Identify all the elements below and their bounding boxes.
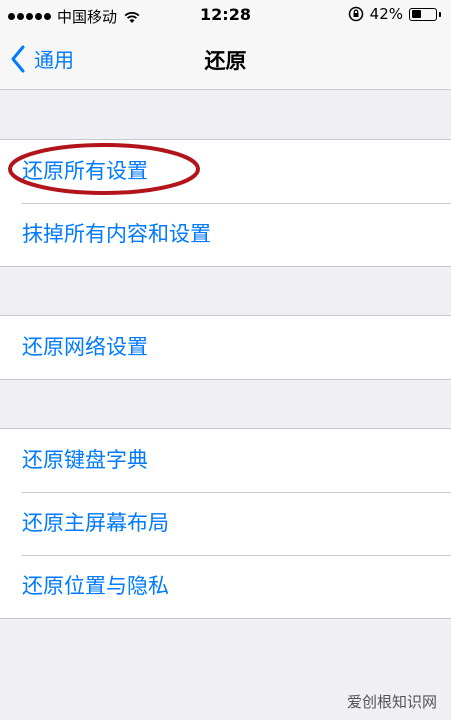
battery-percent: 42% [369,5,403,23]
navigation-bar: 通用 还原 [0,30,451,90]
reset-home-screen-layout[interactable]: 还原主屏幕布局 [0,492,451,555]
reset-location-privacy[interactable]: 还原位置与隐私 [0,555,451,618]
erase-all-content-and-settings[interactable]: 抹掉所有内容和设置 [0,203,451,266]
page-title: 还原 [204,49,247,73]
status-right: 42% [348,5,441,23]
reset-group-2: 还原网络设置 [0,315,451,380]
rotation-lock-icon [348,6,363,22]
reset-keyboard-dictionary[interactable]: 还原键盘字典 [0,429,451,492]
reset-group-3: 还原键盘字典 还原主屏幕布局 还原位置与隐私 [0,428,451,619]
status-bar: 中国移动 12:28 42% [0,0,451,30]
reset-all-settings[interactable]: 还原所有设置 [0,140,451,203]
battery-icon [409,7,437,21]
battery-fill [411,10,421,18]
reset-network-settings[interactable]: 还原网络设置 [0,316,451,379]
reset-group-1: 还原所有设置 抹掉所有内容和设置 [0,139,451,267]
watermark: 爱创根知识网 [346,693,437,711]
battery-tip [439,11,441,17]
